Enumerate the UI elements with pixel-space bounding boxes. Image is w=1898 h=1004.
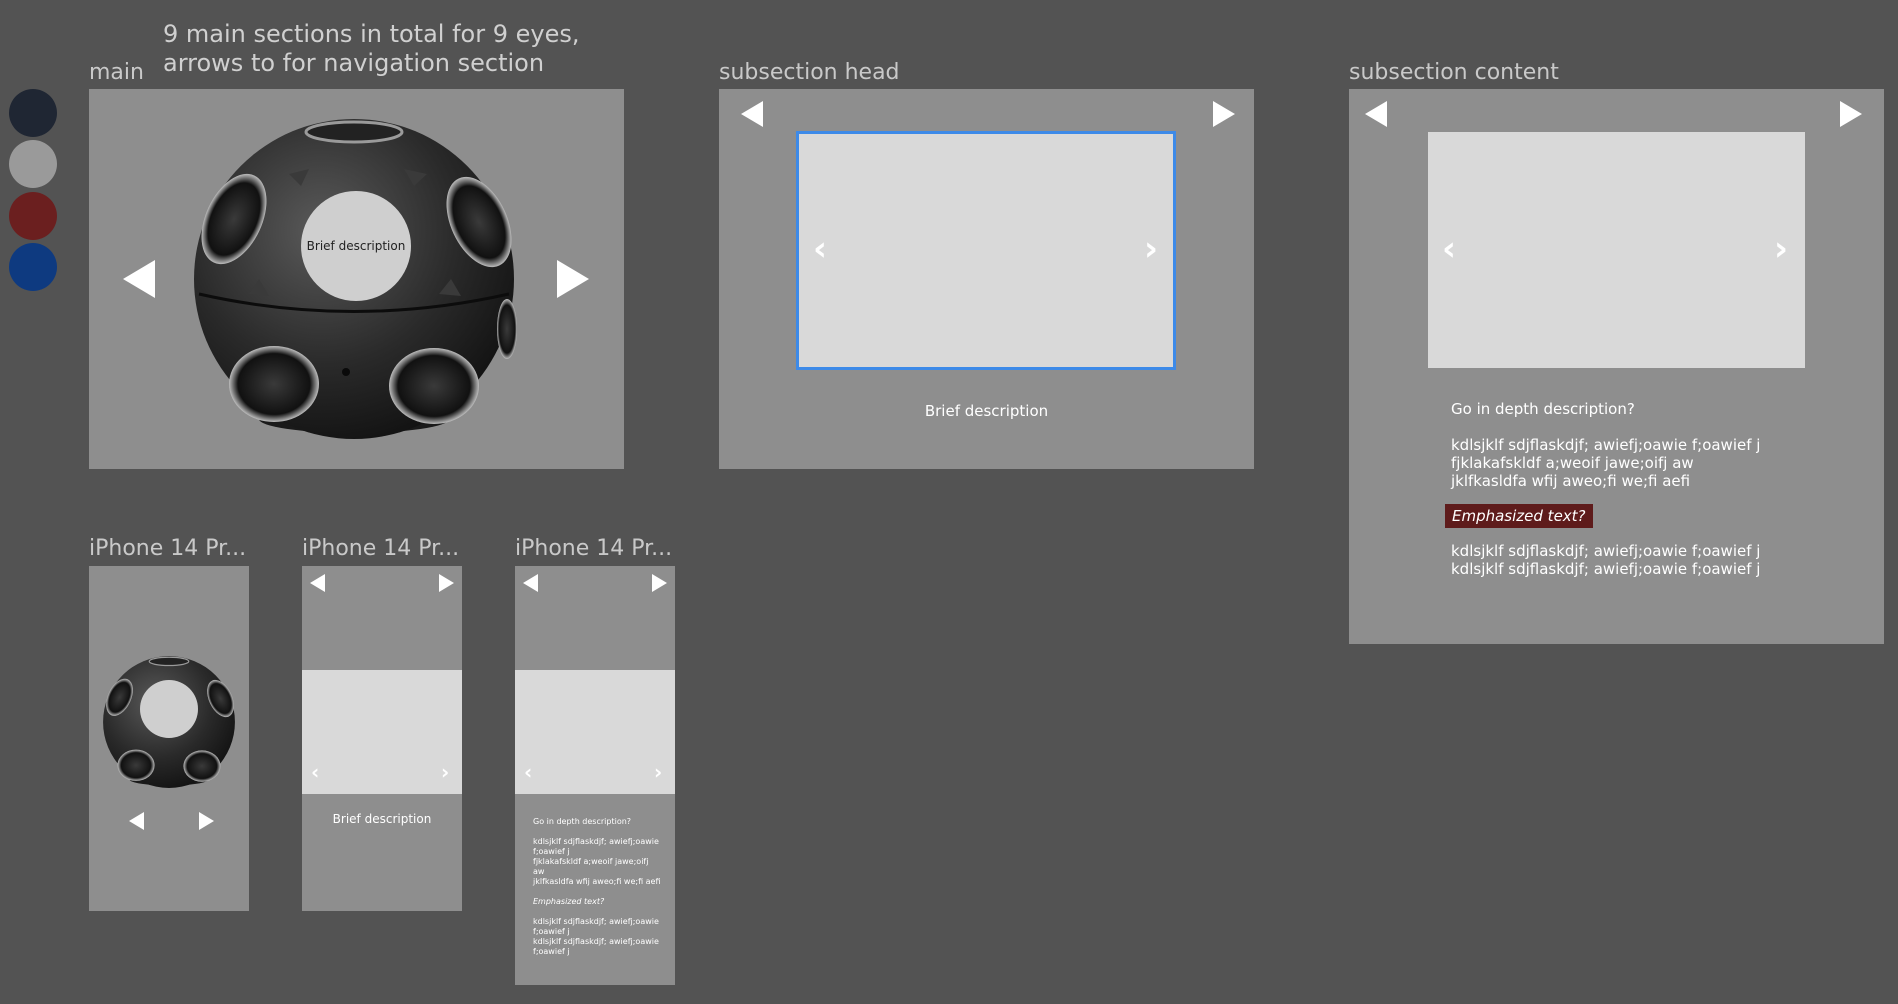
paragraph-line: jklfkasldfa wfij aweo;fi we;fi aefi — [533, 877, 661, 886]
brief-description-circle[interactable]: Brief description — [301, 191, 411, 301]
emphasized-text: Emphasized text? — [533, 897, 605, 906]
chevron-left-icon[interactable]: ‹ — [1442, 232, 1456, 266]
subsection-content-frame[interactable]: ‹ › Go in depth description? kdlsjklf sd… — [1349, 89, 1884, 644]
triangle-left-icon[interactable] — [741, 101, 763, 127]
chevron-left-icon[interactable]: ‹ — [311, 762, 319, 782]
triangle-left-icon[interactable] — [1365, 101, 1387, 127]
brief-description-label: Brief description — [306, 239, 406, 253]
paragraph-2: kdlsjklf sdjflaskdjf; awiefj;oawie f;oaw… — [533, 917, 659, 957]
paragraph-1: kdlsjklf sdjflaskdjf; awiefj;oawie f;oaw… — [1451, 436, 1760, 490]
brief-description-circle[interactable] — [140, 680, 198, 738]
color-swatch-dark-red[interactable] — [9, 192, 57, 240]
iphone-subsection-head-frame[interactable]: ‹ › Brief description — [302, 566, 462, 911]
chevron-left-icon[interactable]: ‹ — [813, 232, 827, 266]
paragraph-1: kdlsjklf sdjflaskdjf; awiefj;oawie f;oaw… — [533, 837, 661, 887]
paragraph-line: kdlsjklf sdjflaskdjf; awiefj;oawie — [533, 937, 659, 946]
chevron-right-icon[interactable]: › — [1144, 232, 1158, 266]
paragraph-line: jklfkasldfa wfij aweo;fi we;fi aefi — [1451, 472, 1691, 490]
paragraph-line: kdlsjklf sdjflaskdjf; awiefj;oawie f;oaw… — [1451, 542, 1761, 560]
in-depth-question: Go in depth description? — [533, 817, 632, 826]
chevron-right-icon[interactable]: › — [441, 762, 449, 782]
triangle-right-icon[interactable] — [199, 812, 214, 830]
content-card[interactable]: ‹ › — [302, 670, 462, 794]
triangle-right-icon[interactable] — [439, 574, 454, 592]
frame-label-subsection-head[interactable]: subsection head — [719, 60, 900, 85]
selected-card[interactable]: ‹ › — [796, 131, 1176, 370]
paragraph-line: kdlsjklf sdjflaskdjf; awiefj;oawie f;oaw… — [1451, 560, 1761, 578]
color-swatch-blue[interactable] — [9, 243, 57, 291]
paragraph-line: kdlsjklf sdjflaskdjf; awiefj;oawie — [533, 917, 659, 926]
paragraph-line: f;oawief j — [533, 947, 570, 956]
frame-label-subsection-content[interactable]: subsection content — [1349, 60, 1559, 85]
triangle-left-icon[interactable] — [123, 260, 155, 298]
emphasized-text: Emphasized text? — [1445, 504, 1593, 528]
design-note-line: arrows to for navigation section — [163, 48, 545, 77]
triangle-right-icon[interactable] — [1213, 101, 1235, 127]
design-note-line: 9 main sections in total for 9 eyes, — [163, 20, 580, 48]
frame-label-iphone-1[interactable]: iPhone 14 Pr... — [89, 536, 246, 561]
paragraph-line: f;oawief j — [533, 847, 570, 856]
content-card[interactable]: ‹ › — [515, 670, 675, 794]
chevron-right-icon[interactable]: › — [654, 762, 662, 782]
paragraph-2: kdlsjklf sdjflaskdjf; awiefj;oawie f;oaw… — [1451, 542, 1760, 578]
triangle-left-icon[interactable] — [129, 812, 144, 830]
brief-description-label: Brief description — [332, 812, 432, 826]
triangle-right-icon[interactable] — [1840, 101, 1862, 127]
iphone-main-frame[interactable] — [89, 566, 249, 911]
main-frame[interactable]: Brief description — [89, 89, 624, 469]
paragraph-line: fjklakafskldf a;weoif jawe;oifj aw — [1451, 454, 1694, 472]
in-depth-question: Go in depth description? — [1451, 400, 1635, 418]
paragraph-line: fjklakafskldf a;weoif jawe;oifj — [533, 857, 649, 866]
frame-label-iphone-2[interactable]: iPhone 14 Pr... — [302, 536, 459, 561]
brief-description-label: Brief description — [924, 402, 1049, 420]
paragraph-line: f;oawief j — [533, 927, 570, 936]
triangle-right-icon[interactable] — [557, 260, 589, 298]
paragraph-line: kdlsjklf sdjflaskdjf; awiefj;oawie — [533, 837, 659, 846]
paragraph-line: aw — [533, 867, 545, 876]
triangle-left-icon[interactable] — [310, 574, 325, 592]
frame-label-iphone-3[interactable]: iPhone 14 Pr... — [515, 536, 672, 561]
chevron-right-icon[interactable]: › — [1774, 232, 1788, 266]
design-note: 9 main sections in total for 9 eyes, arr… — [163, 20, 579, 78]
subsection-head-frame[interactable]: ‹ › Brief description — [719, 89, 1254, 469]
triangle-right-icon[interactable] — [652, 574, 667, 592]
iphone-subsection-content-frame[interactable]: ‹ › Go in depth description? kdlsjklf sd… — [515, 566, 675, 985]
frame-label-main[interactable]: main — [89, 60, 144, 85]
color-swatch-gray[interactable] — [9, 140, 57, 188]
content-card[interactable]: ‹ › — [1428, 132, 1805, 368]
triangle-left-icon[interactable] — [523, 574, 538, 592]
paragraph-line: kdlsjklf sdjflaskdjf; awiefj;oawie f;oaw… — [1451, 436, 1761, 454]
chevron-left-icon[interactable]: ‹ — [524, 762, 532, 782]
color-swatch-dark-navy[interactable] — [9, 89, 57, 137]
